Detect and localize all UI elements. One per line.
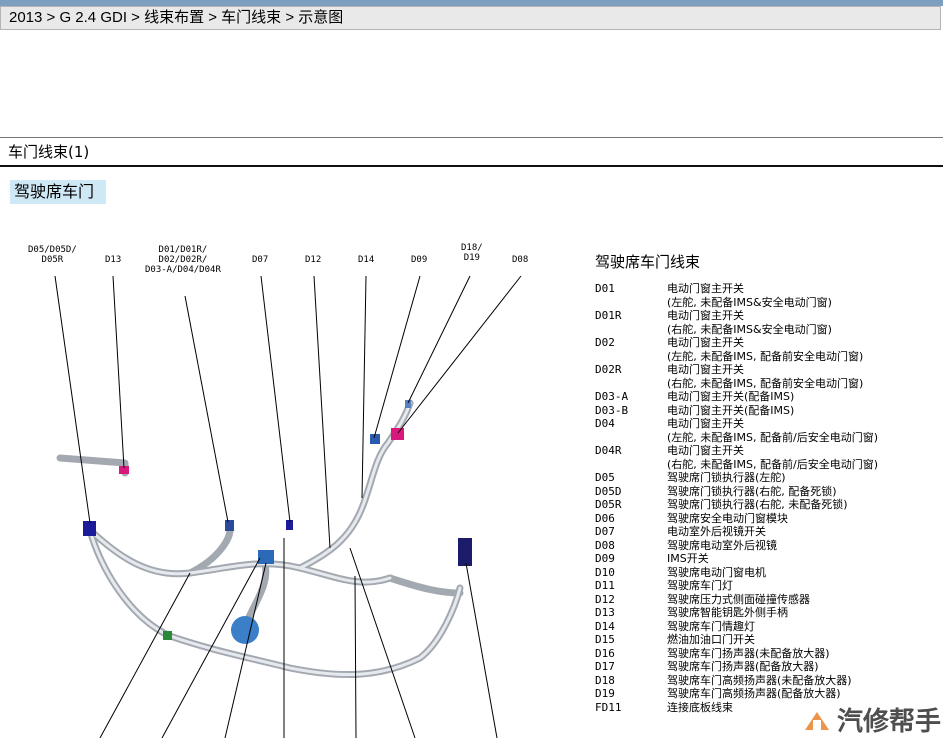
legend-code: D16 xyxy=(595,646,615,660)
legend-description: (右舵, 未配备IMS&安全电动门窗) xyxy=(667,322,832,336)
legend-description: 燃油加油口门开关 xyxy=(667,633,755,646)
connector-d05 xyxy=(83,521,96,536)
legend-description: 驾驶席智能钥匙外侧手柄 xyxy=(667,606,788,619)
connector-green xyxy=(163,631,172,640)
legend-code: D03-B xyxy=(595,403,629,417)
legend-description: 连接底板线束 xyxy=(667,700,733,714)
legend-description: (左舵, 未配备IMS, 配备前/后安全电动门窗) xyxy=(667,430,878,444)
legend-description: 驾驶席门锁执行器(右舵, 配备死锁) xyxy=(667,484,837,498)
legend-code: D18 xyxy=(595,673,615,687)
legend-description: 驾驶席电动室外后视镜 xyxy=(667,538,777,552)
legend-description: 驾驶席车门扬声器(未配备放大器) xyxy=(667,646,830,660)
legend-code: D01R xyxy=(595,309,622,322)
legend-title: 驾驶席车门线束 xyxy=(595,253,701,271)
panel-title: 车门线束(1) xyxy=(0,137,943,167)
legend-code: D12 xyxy=(595,592,615,606)
legend-code: D02 xyxy=(595,336,615,349)
legend-code: D04R xyxy=(595,444,622,457)
legend-code: D02R xyxy=(595,363,622,376)
legend-description: 驾驶席门锁执行器(左舵) xyxy=(667,471,786,484)
legend-description: 电动门窗主开关(配备IMS) xyxy=(667,403,795,417)
connector-d01 xyxy=(225,520,234,531)
legend-description: 电动室外后视镜开关 xyxy=(667,525,766,538)
watermark: 汽修帮手 xyxy=(801,701,941,738)
legend-description: 驾驶席电动门窗电机 xyxy=(667,565,766,579)
legend-description: (右舵, 未配备IMS, 配备前/后安全电动门窗) xyxy=(667,457,878,471)
section-tag: 驾驶席车门 xyxy=(10,180,107,204)
legend-description: 驾驶席车门高频扬声器(未配备放大器) xyxy=(667,673,852,687)
legend-code: FD11 xyxy=(595,700,622,714)
diagram-panel: 车门线束(1) 驾驶席车门 D05/D05D/D05R D13 D01/D01R… xyxy=(0,137,943,738)
legend-code: D10 xyxy=(595,565,615,579)
legend-code: D05D xyxy=(595,484,622,498)
legend-code: D05 xyxy=(595,471,615,484)
legend-description: 电动门窗主开关 xyxy=(667,363,744,376)
legend-code: D13 xyxy=(595,606,615,619)
legend-description: (左舵, 未配备IMS, 配备前安全电动门窗) xyxy=(667,349,864,363)
legend-description: 驾驶席门锁执行器(右舵, 未配备死锁) xyxy=(667,498,848,511)
legend-code: D06 xyxy=(595,511,615,525)
legend-description: 电动门窗主开关 xyxy=(667,417,744,430)
legend-description: 电动门窗主开关 xyxy=(667,444,744,457)
harness-diagram xyxy=(54,275,522,738)
legend-description: 电动门窗主开关 xyxy=(667,282,744,295)
legend-code: D08 xyxy=(595,538,615,552)
legend-description: 驾驶席车门灯 xyxy=(667,579,733,592)
legend-description: (左舵, 未配备IMS&安全电动门窗) xyxy=(667,295,832,309)
connector-speaker xyxy=(231,616,259,644)
connector-d08 xyxy=(458,538,472,566)
connector-d09 xyxy=(391,428,404,440)
wrench-logo-icon xyxy=(801,706,833,734)
legend-code: D19 xyxy=(595,687,615,700)
legend-description: 电动门窗主开关 xyxy=(667,336,744,349)
legend-description: 电动门窗主开关(配备IMS) xyxy=(667,390,795,403)
legend-description: IMS开关 xyxy=(667,552,709,565)
legend-code: D11 xyxy=(595,579,615,592)
legend-code: D07 xyxy=(595,525,615,538)
legend-code: D17 xyxy=(595,660,615,673)
connector-module xyxy=(258,550,274,564)
legend-code: D01 xyxy=(595,282,615,295)
connector-d18 xyxy=(405,400,411,408)
watermark-text: 汽修帮手 xyxy=(836,707,941,737)
legend-code: D15 xyxy=(595,633,615,646)
legend-description: 电动门窗主开关 xyxy=(667,309,744,322)
legend-code: D14 xyxy=(595,619,615,633)
legend-description: 驾驶席压力式侧面碰撞传感器 xyxy=(667,592,810,606)
legend-code: D04 xyxy=(595,417,615,430)
legend-description: 驾驶席车门高频扬声器(配备放大器) xyxy=(667,687,841,700)
legend-description: 驾驶席安全电动门窗模块 xyxy=(667,511,788,525)
legend-code: D09 xyxy=(595,552,615,565)
legend-code: D03-A xyxy=(595,390,629,403)
breadcrumb[interactable]: 2013 > G 2.4 GDI > 线束布置 > 车门线束 > 示意图 xyxy=(0,6,941,30)
legend-code: D05R xyxy=(595,498,622,511)
legend-description: (右舵, 未配备IMS, 配备前安全电动门窗) xyxy=(667,376,864,390)
legend-description: 驾驶席车门扬声器(配备放大器) xyxy=(667,660,819,673)
legend-description: 驾驶席车门情趣灯 xyxy=(667,619,755,633)
